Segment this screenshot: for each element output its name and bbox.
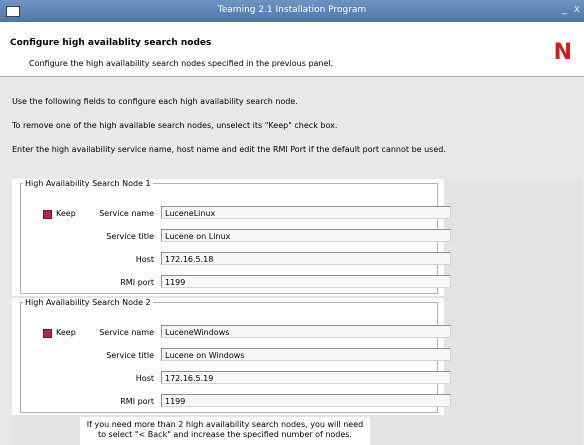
rmi-port-row: RMI port 1199 (21, 394, 451, 410)
instruction-line: Enter the high availability service name… (12, 145, 446, 154)
node-legend-1: High Availability Search Node 1 (25, 179, 151, 188)
novell-logo: N (553, 40, 572, 65)
service-name-label: Service name (99, 209, 154, 218)
service-title-row: Service title Lucene on Linux (21, 229, 451, 245)
rmi-port-label: RMI port (120, 278, 154, 287)
service-name-row: Keep Service name LuceneLinux (21, 206, 451, 222)
rmi-port-input-1[interactable]: 1199 (161, 275, 451, 288)
service-title-label: Service title (106, 232, 154, 241)
window-title: Teaming 2.1 Installation Program (217, 5, 367, 15)
node-fieldset-1: High Availability Search Node 1 Keep Ser… (20, 179, 451, 294)
minimize-button[interactable]: _ (562, 4, 567, 15)
service-name-row: Keep Service name LuceneWindows (21, 325, 451, 341)
rmi-port-label: RMI port (120, 397, 154, 406)
rmi-port-row: RMI port 1199 (21, 275, 451, 291)
service-name-input-2[interactable]: LuceneWindows (161, 325, 451, 338)
service-name-input-1[interactable]: LuceneLinux (161, 206, 451, 219)
header-panel: Configure high availablity search nodes … (0, 22, 584, 77)
node-fieldset-2: High Availability Search Node 2 Keep Ser… (20, 298, 451, 413)
close-button[interactable]: x (574, 4, 580, 15)
instruction-line: Use the following fields to configure ea… (12, 97, 298, 106)
host-label: Host (135, 255, 154, 264)
service-title-input-1[interactable]: Lucene on Linux (161, 229, 451, 242)
service-title-row: Service title Lucene on Windows (21, 348, 451, 364)
node-legend-2: High Availability Search Node 2 (25, 298, 151, 307)
note-line-2: to select "< Back" and increase the spec… (97, 430, 353, 439)
node-panel-2: High Availability Search Node 2 Keep Ser… (12, 298, 451, 415)
title-bar: Teaming 2.1 Installation Program _ x (0, 0, 584, 22)
instruction-line: To remove one of the high available sear… (12, 121, 338, 130)
page-title: Configure high availablity search nodes (10, 38, 212, 48)
node-panel-1: High Availability Search Node 1 Keep Ser… (12, 179, 451, 296)
host-input-2[interactable]: 172.16.5.19 (161, 371, 451, 384)
host-row: Host 172.16.5.19 (21, 371, 451, 387)
host-row: Host 172.16.5.18 (21, 252, 451, 268)
host-label: Host (135, 374, 154, 383)
service-title-input-2[interactable]: Lucene on Windows (161, 348, 451, 361)
keep-checkbox-2[interactable] (43, 329, 52, 338)
more-nodes-note: If you need more than 2 high availabilit… (80, 417, 370, 445)
host-input-1[interactable]: 172.16.5.18 (161, 252, 451, 265)
service-name-label: Service name (99, 328, 154, 337)
keep-checkbox-1[interactable] (43, 210, 52, 219)
service-title-label: Service title (106, 351, 154, 360)
rmi-port-input-2[interactable]: 1199 (161, 394, 451, 407)
page-subtitle: Configure the high availability search n… (29, 59, 334, 68)
note-line-1: If you need more than 2 high availabilit… (86, 420, 364, 429)
